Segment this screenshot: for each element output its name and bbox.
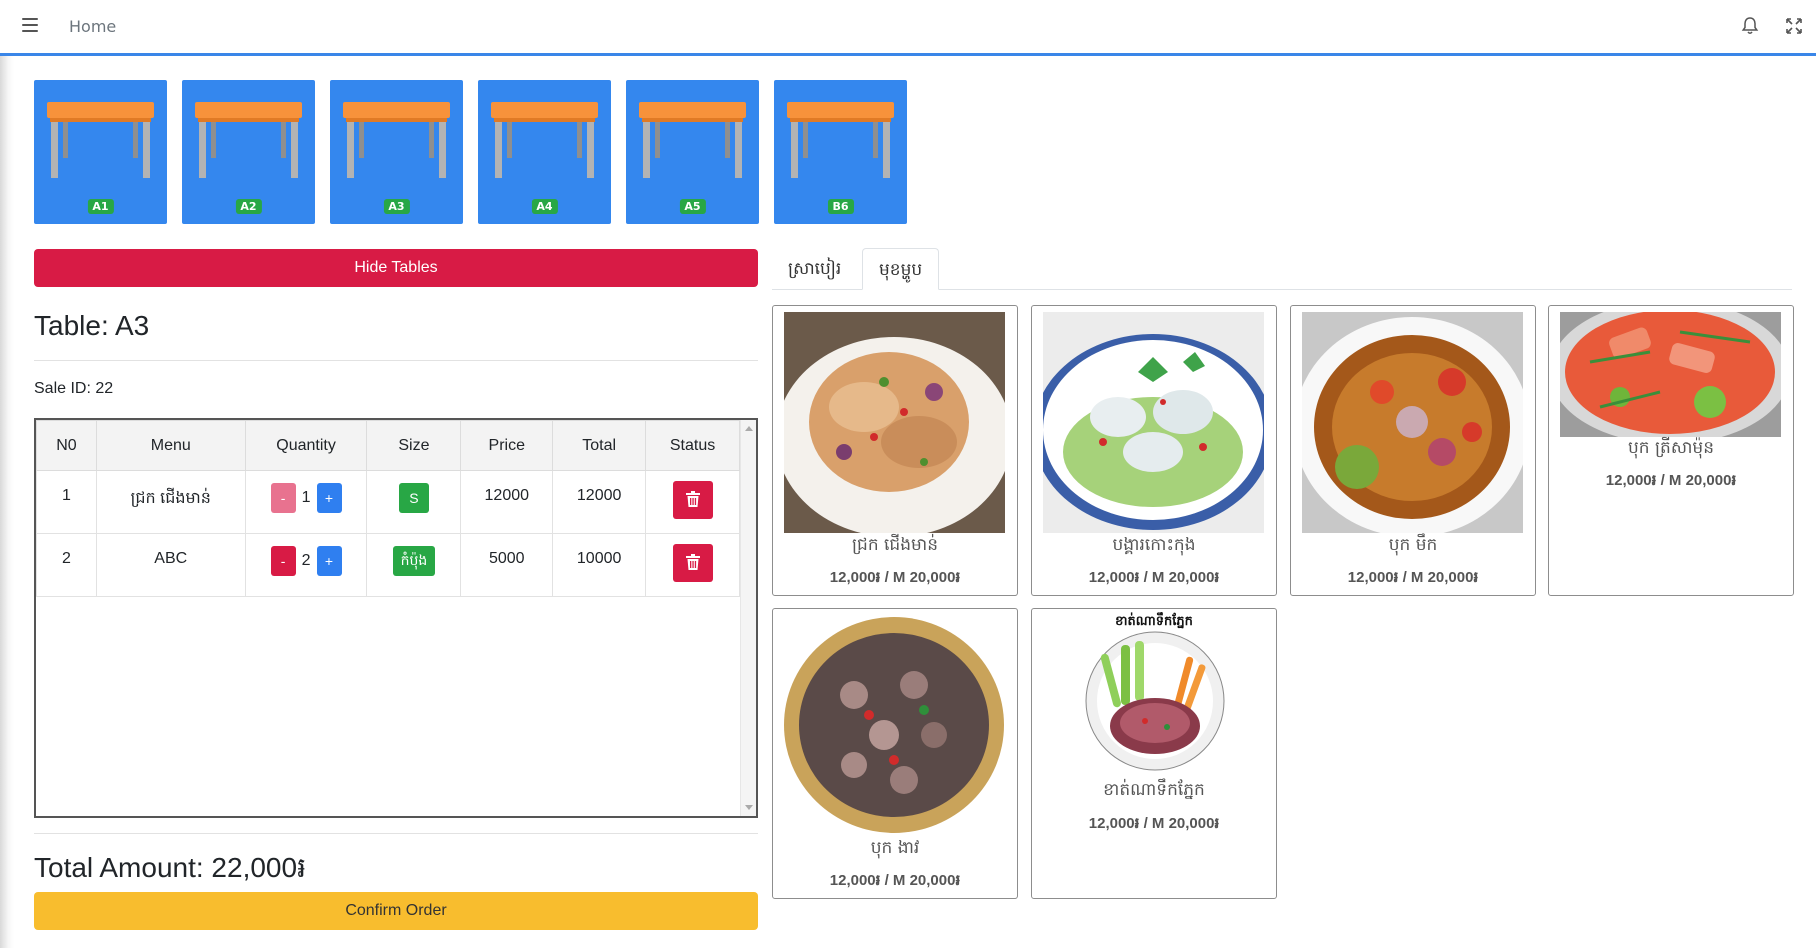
menu-item-card[interactable]: ខាត់ណាទឹកភ្នែក ខាត់ណាទឹកភ្នែក 12,000៛ / … [1031,608,1277,899]
divider [34,360,758,361]
menu-icon[interactable] [22,18,38,32]
menu-item-price: 12,000៛ / M 20,000៛ [829,569,961,586]
table-header-row: N0 Menu Quantity Size Price Total Status [36,420,740,471]
status-cell [645,470,740,534]
row-menu: ABC [95,533,246,597]
image-caption: ខាត់ណាទឹកភ្នែក [1115,614,1193,629]
menu-item-price: 12,000៛ / M 20,000៛ [1605,472,1737,489]
food-image [1085,631,1225,771]
table-tile-a1[interactable]: A1 [34,80,167,224]
tab-food[interactable]: មុខម្ហូប [862,248,940,290]
menu-item-card[interactable]: ជ្រក ជើងមាន់ 12,000៛ / M 20,000៛ [772,305,1018,596]
menu-item-name: បុក មឹក [1388,535,1438,555]
menu-item-price: 12,000៛ / M 20,000៛ [1088,569,1220,586]
food-image [784,312,1005,533]
quantity-value: 1 [301,489,311,506]
decrease-quantity-button[interactable]: - [270,483,296,513]
table-tile-b6[interactable]: B6 [774,80,907,224]
menu-item-price: 12,000៛ / M 20,000៛ [1088,815,1220,832]
home-link[interactable]: Home [69,17,116,36]
category-tabs: ស្រាបៀរ មុខម្ហូប [772,248,1792,290]
order-table-container: N0 Menu Quantity Size Price Total Status… [34,418,758,818]
menu-item-name: បុក ងាវ [870,838,920,858]
food-image [1302,312,1523,533]
delete-item-button[interactable] [672,481,713,519]
tab-beer[interactable]: ស្រាបៀរ [772,248,857,290]
table-tile-a2[interactable]: A2 [182,80,315,224]
table-tile-a4[interactable]: A4 [478,80,611,224]
table-icon [787,102,894,178]
increase-quantity-button[interactable]: + [316,483,342,513]
menu-item-name: បង្គារកោះកុង [1112,535,1196,555]
table-label: A2 [235,199,262,214]
decrease-quantity-button[interactable]: - [270,546,296,576]
menu-item-name: ជ្រក ជើងមាន់ [851,535,938,555]
table-tile-a5[interactable]: A5 [626,80,759,224]
menu-item-card[interactable]: បង្គារកោះកុង 12,000៛ / M 20,000៛ [1031,305,1277,596]
size-cell: កំប៉ុង [366,533,462,597]
row-total: 12000 [552,470,647,534]
bell-icon[interactable] [1740,16,1760,36]
table-icon [47,102,154,178]
column-header-price: Price [460,420,554,471]
sale-id: Sale ID: 22 [34,380,114,397]
column-header-total: Total [552,420,647,471]
total-amount: Total Amount: 22,000៛ [34,852,306,883]
row-total: 10000 [552,533,647,597]
divider [34,833,758,834]
table-title: Table: A3 [34,310,150,341]
table-label: A1 [87,199,114,214]
table-label: A5 [679,199,706,214]
increase-quantity-button[interactable]: + [316,546,342,576]
quantity-cell: - 2 + [244,533,368,597]
quantity-value: 2 [301,552,311,569]
table-list: A1 A2 A3 A4 A5 B6 [34,80,907,224]
order-scrollbar[interactable] [740,420,756,816]
hide-tables-button[interactable]: Hide Tables [34,249,758,287]
column-header-size: Size [366,420,462,471]
menu-item-name: បុក ត្រីសាម៉ុន [1627,438,1714,458]
table-row: 1 ជ្រក ជើងមាន់ - 1 + S 12000 12000 [36,470,740,534]
food-image [1043,312,1264,533]
status-cell [645,533,740,597]
table-icon [343,102,450,178]
table-label: B6 [827,199,854,214]
column-header-no: N0 [36,420,97,471]
menu-item-card[interactable]: បុក មឹក 12,000៛ / M 20,000៛ [1290,305,1536,596]
menu-item-price: 12,000៛ / M 20,000៛ [829,872,961,889]
order-table: N0 Menu Quantity Size Price Total Status… [36,420,740,597]
column-header-quantity: Quantity [244,420,368,471]
delete-item-button[interactable] [672,544,713,582]
row-menu: ជ្រក ជើងមាន់ [95,470,246,534]
row-number: 2 [36,533,97,597]
size-cell: S [366,470,462,534]
table-icon [639,102,746,178]
fullscreen-icon[interactable] [1784,16,1804,36]
food-image [1560,312,1781,437]
confirm-order-button[interactable]: Confirm Order [34,892,758,930]
size-button[interactable]: S [398,483,429,513]
trash-icon [685,553,700,570]
food-image [784,615,1005,836]
menu-item-card[interactable]: បុក ងាវ 12,000៛ / M 20,000៛ [772,608,1018,899]
size-button[interactable]: កំប៉ុង [392,546,436,576]
trash-icon [685,490,700,507]
column-header-menu: Menu [95,420,246,471]
menu-item-price: 12,000៛ / M 20,000៛ [1347,569,1479,586]
row-price: 5000 [460,533,554,597]
quantity-cell: - 1 + [244,470,368,534]
menu-item-card[interactable]: បុក ត្រីសាម៉ុន 12,000៛ / M 20,000៛ [1548,305,1794,596]
table-icon [195,102,302,178]
table-label: A4 [531,199,558,214]
row-price: 12000 [460,470,554,534]
row-number: 1 [36,470,97,534]
table-icon [491,102,598,178]
menu-item-name: ខាត់ណាទឹកភ្នែក [1103,780,1205,800]
table-tile-a3[interactable]: A3 [330,80,463,224]
top-navbar: Home [0,0,1816,56]
side-shadow [0,0,14,948]
table-row: 2 ABC - 2 + កំប៉ុង 5000 10000 [36,533,740,597]
column-header-status: Status [645,420,740,471]
table-label: A3 [383,199,410,214]
